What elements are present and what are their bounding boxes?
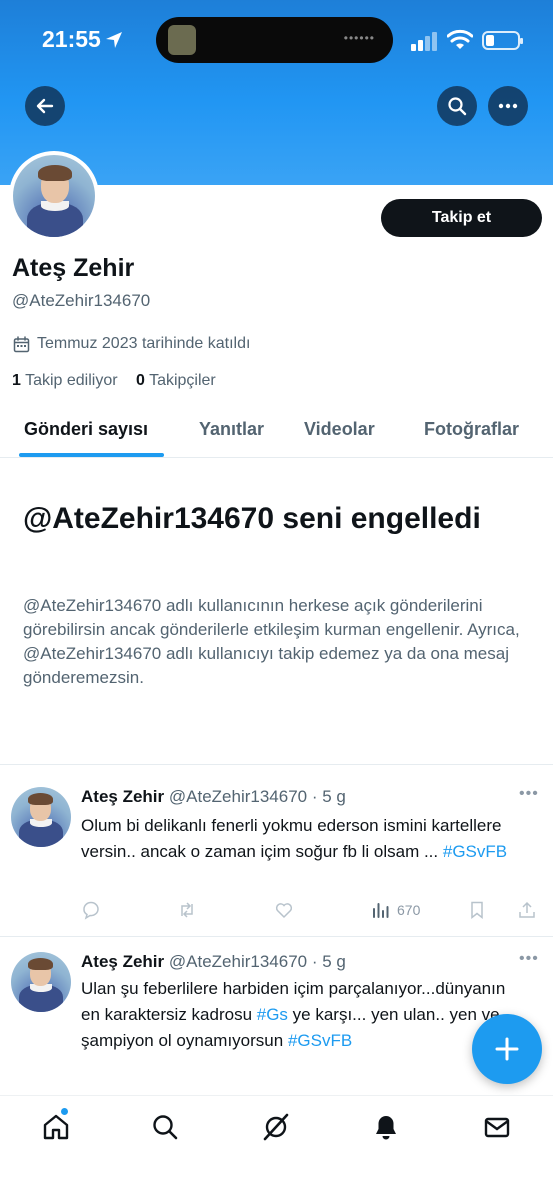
home-icon [43,1114,69,1140]
views-button[interactable]: 670 [371,899,420,921]
followers-label: Takipçiler [149,372,216,389]
tweet[interactable]: Ateş Zehir @AteZehir134670 · 5 g ••• Ula… [0,937,553,1097]
tweet-header: Ateş Zehir @AteZehir134670 · 5 g [81,787,346,807]
hashtag-link[interactable]: #GSvFB [443,842,507,861]
calendar-icon [13,335,30,352]
tab-replies[interactable]: Yanıtlar [199,419,264,440]
following-count: 1 [12,372,21,389]
status-bar: 21:55 •••••• [0,0,553,80]
follow-stats: 1 Takip ediliyor 0 Takipçiler [12,372,216,390]
blocked-title: @AteZehir134670 seni engelledi [23,502,481,535]
blocked-description: @AteZehir134670 adlı kullanıcının herkes… [23,596,520,687]
mail-icon [484,1117,510,1138]
tweet-more-icon[interactable]: ••• [519,785,539,803]
nav-home[interactable] [40,1111,72,1143]
profile-tabs: Gönderi sayısı Yanıtlar Videolar Fotoğra… [0,402,553,458]
retweet-button[interactable] [177,899,197,921]
heart-icon [275,903,293,919]
reply-button[interactable] [81,899,101,921]
compose-button[interactable] [472,1014,542,1084]
more-button[interactable] [488,86,528,126]
nav-grok[interactable] [260,1111,292,1143]
profile-handle: @AteZehir134670 [12,291,151,310]
plus-icon [495,1037,519,1061]
bell-icon [376,1116,396,1140]
share-icon [519,901,535,918]
location-arrow-icon [106,32,122,48]
arrow-left-icon [36,98,54,114]
bookmark-icon [471,901,483,920]
grok-icon [263,1113,289,1141]
tab-videos[interactable]: Videolar [304,419,375,440]
profile-name: Ateş Zehir [12,254,135,282]
island-indicator: •••••• [343,31,375,45]
tab-posts[interactable]: Gönderi sayısı [24,419,148,440]
tweet-meta: @AteZehir134670 · 5 g [168,787,346,806]
wifi-icon [447,29,473,49]
battery-icon [482,31,523,50]
search-button[interactable] [437,86,477,126]
more-icon [498,103,518,109]
tweet-meta: @AteZehir134670 · 5 g [168,952,346,971]
tweet-more-icon[interactable]: ••• [519,950,539,968]
followers-count: 0 [136,372,145,389]
tweet-text: Olum bi delikanlı fenerli yokmu ederson … [81,813,521,865]
tweet-avatar[interactable] [11,952,71,1012]
tweet-body: Olum bi delikanlı fenerli yokmu ederson … [81,816,502,861]
share-button[interactable] [517,899,537,921]
views-icon [373,903,389,918]
tweet-text: Ulan şu feberlilere harbiden içim parçal… [81,976,521,1054]
following-link[interactable]: 1 Takip ediliyor [12,372,118,389]
tweet[interactable]: Ateş Zehir @AteZehir134670 · 5 g ••• Olu… [0,765,553,936]
retweet-icon [181,902,193,918]
follow-button[interactable]: Takip et [381,199,542,237]
hashtag-link[interactable]: #GSvFB [288,1031,352,1050]
joined-date: Temmuz 2023 tarihinde katıldı [13,335,250,353]
tweet-author-name[interactable]: Ateş Zehir [81,787,164,806]
tab-photos[interactable]: Fotoğraflar [424,419,519,440]
back-button[interactable] [25,86,65,126]
nav-notifications[interactable] [370,1111,402,1143]
tweet-header: Ateş Zehir @AteZehir134670 · 5 g [81,952,346,972]
tweet-author-name[interactable]: Ateş Zehir [81,952,164,971]
following-label: Takip ediliyor [25,372,118,389]
like-button[interactable] [274,899,294,921]
signal-icon [411,32,437,51]
dynamic-island: •••••• [156,17,393,63]
search-icon [153,1115,178,1140]
followers-link[interactable]: 0 Takipçiler [136,372,216,389]
now-playing-thumbnail [168,25,196,55]
views-count: 670 [397,902,421,918]
nav-messages[interactable] [481,1111,513,1143]
profile-avatar[interactable] [9,151,99,241]
search-icon [448,97,467,116]
home-notification-dot [60,1107,69,1116]
tweet-avatar[interactable] [11,787,71,847]
nav-search[interactable] [149,1111,181,1143]
tweet-actions: 670 [81,899,541,923]
status-time: 21:55 [42,26,101,52]
active-tab-indicator [19,453,164,457]
bottom-navigation [0,1095,553,1200]
reply-icon [83,901,99,920]
bookmark-button[interactable] [467,899,487,921]
joined-text: Temmuz 2023 tarihinde katıldı [37,335,251,352]
hashtag-link[interactable]: #Gs [257,1005,288,1024]
